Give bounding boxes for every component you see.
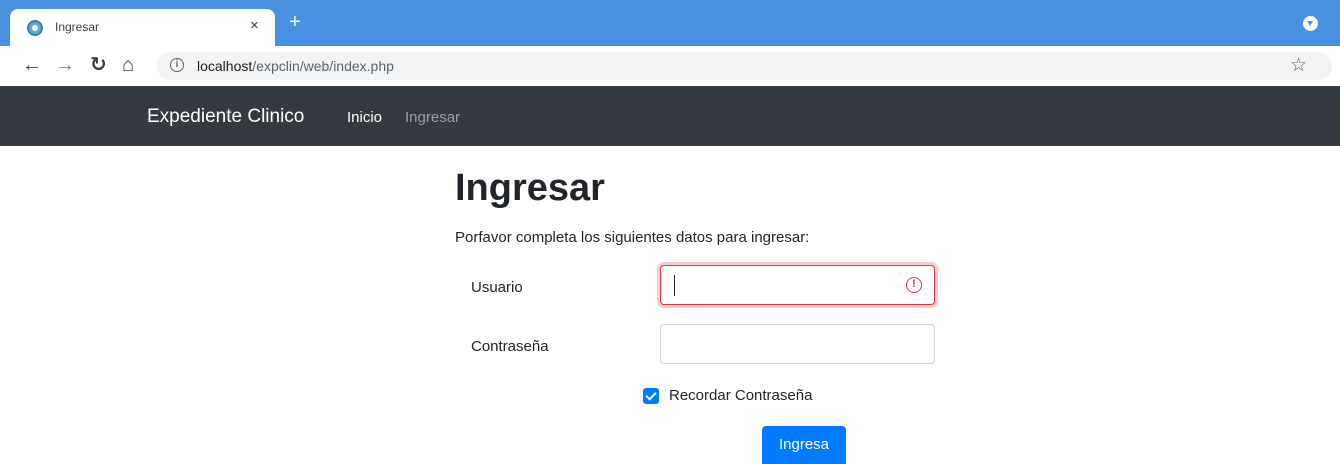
- close-tab-icon[interactable]: ×: [250, 16, 259, 36]
- username-label: Usuario: [471, 279, 523, 296]
- tab-search-icon[interactable]: [1303, 16, 1318, 31]
- password-label: Contraseña: [471, 338, 549, 355]
- new-tab-icon[interactable]: +: [289, 12, 301, 32]
- site-favicon-icon: [27, 20, 43, 36]
- tab-title: Ingresar: [55, 20, 100, 34]
- error-icon: !: [906, 277, 922, 293]
- url-text[interactable]: localhost/expclin/web/index.php: [197, 58, 394, 74]
- password-input[interactable]: [660, 324, 935, 364]
- navbar-brand[interactable]: Expediente Clinico: [147, 106, 304, 128]
- reload-icon[interactable]: ↻: [90, 54, 107, 76]
- username-input[interactable]: !: [660, 265, 935, 305]
- site-navbar: Expediente Clinico Inicio Ingresar: [0, 86, 1340, 146]
- submit-button[interactable]: Ingresa: [762, 426, 846, 464]
- text-caret: [674, 275, 675, 296]
- arrow-right-icon[interactable]: →: [55, 54, 75, 76]
- browser-tab[interactable]: Ingresar ×: [10, 9, 275, 46]
- address-bar[interactable]: i localhost/expclin/web/index.php ☆: [157, 52, 1332, 80]
- info-icon[interactable]: i: [170, 58, 184, 72]
- remember-checkbox[interactable]: [643, 388, 659, 404]
- page-intro: Porfavor completa los siguientes datos p…: [455, 229, 810, 246]
- page-title: Ingresar: [455, 167, 605, 209]
- url-path: /expclin/web/index.php: [252, 58, 394, 74]
- star-icon[interactable]: ☆: [1290, 54, 1307, 77]
- arrow-left-icon[interactable]: ←: [22, 54, 42, 76]
- remember-label[interactable]: Recordar Contraseña: [669, 387, 812, 404]
- browser-toolbar: ← → ↻ ⌂ i localhost/expclin/web/index.ph…: [0, 46, 1340, 86]
- url-host: localhost: [197, 58, 253, 74]
- nav-link-inicio[interactable]: Inicio: [347, 109, 382, 126]
- nav-link-ingresar[interactable]: Ingresar: [405, 109, 460, 126]
- home-icon[interactable]: ⌂: [122, 54, 134, 76]
- browser-tab-strip: Ingresar × +: [0, 0, 1340, 46]
